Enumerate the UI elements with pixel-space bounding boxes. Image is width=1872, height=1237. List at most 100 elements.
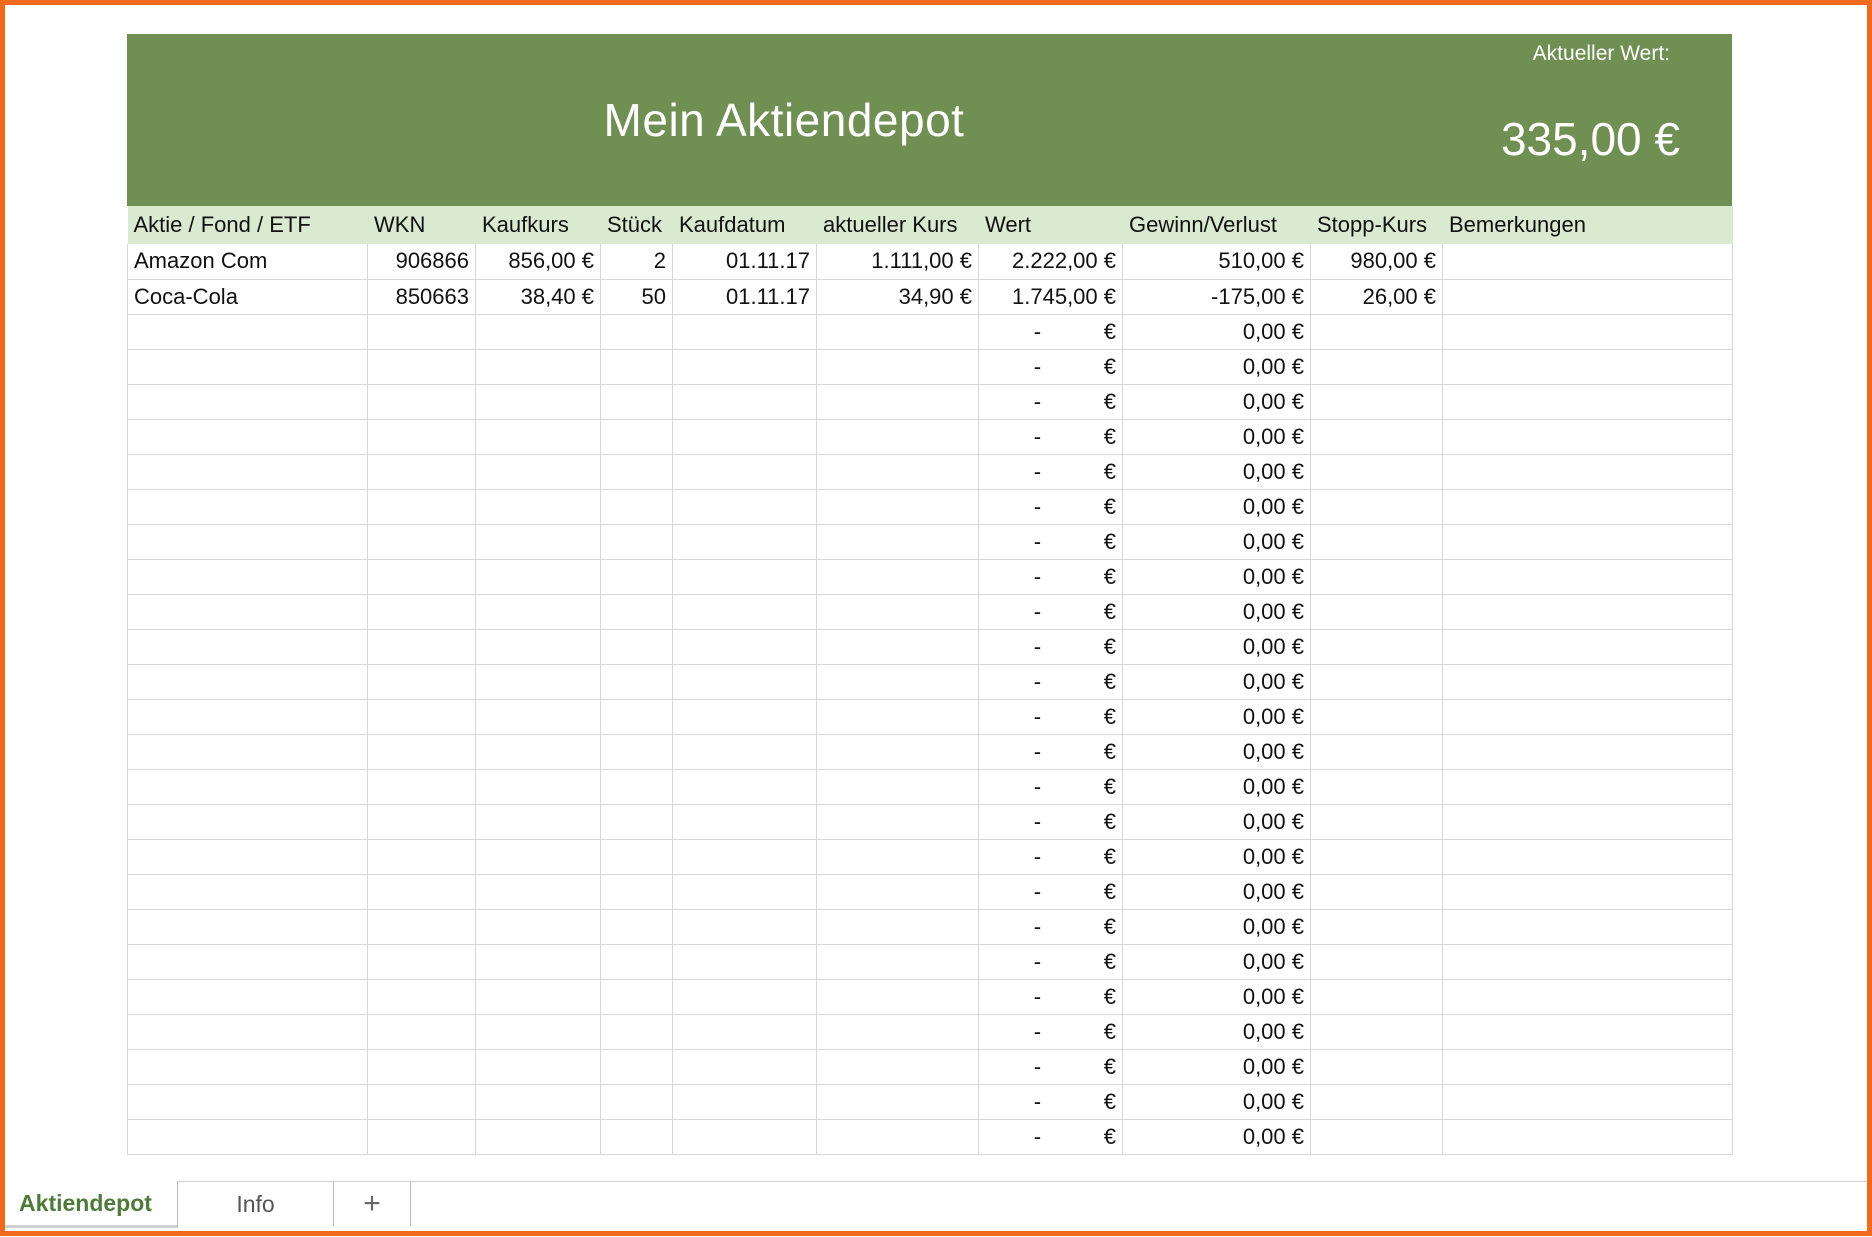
cell-kaufkurs[interactable]	[475, 699, 601, 735]
cell-kaufdatum[interactable]	[672, 874, 817, 910]
cell-stopp[interactable]	[1310, 874, 1443, 910]
cell-wkn[interactable]	[367, 1119, 476, 1155]
cell-wkn[interactable]	[367, 314, 476, 350]
cell-bemerkung[interactable]	[1442, 314, 1733, 350]
cell-wkn[interactable]	[367, 769, 476, 805]
cell-wert[interactable]: - €	[978, 874, 1123, 910]
cell-bemerkung[interactable]	[1442, 244, 1733, 280]
cell-stueck[interactable]	[600, 349, 673, 385]
cell-wert[interactable]: - €	[978, 384, 1123, 420]
cell-bemerkung[interactable]	[1442, 804, 1733, 840]
tab-aktiendepot[interactable]: Aktiendepot	[0, 1181, 178, 1228]
cell-kurs[interactable]	[816, 979, 979, 1015]
cell-wkn[interactable]	[367, 664, 476, 700]
cell-kaufkurs[interactable]	[475, 594, 601, 630]
cell-stopp[interactable]	[1310, 489, 1443, 525]
tab-info[interactable]: Info	[178, 1182, 334, 1226]
cell-gewinn[interactable]: 0,00 €	[1122, 384, 1311, 420]
cell-gewinn[interactable]: 0,00 €	[1122, 524, 1311, 560]
cell-name[interactable]	[127, 314, 368, 350]
cell-kaufdatum[interactable]	[672, 769, 817, 805]
cell-gewinn[interactable]: 0,00 €	[1122, 594, 1311, 630]
cell-kaufdatum[interactable]	[672, 979, 817, 1015]
column-header[interactable]: aktueller Kurs	[816, 206, 979, 244]
cell-wkn[interactable]	[367, 454, 476, 490]
cell-bemerkung[interactable]	[1442, 524, 1733, 560]
cell-stueck[interactable]	[600, 804, 673, 840]
cell-wkn[interactable]: 850663	[367, 279, 476, 315]
cell-stopp[interactable]	[1310, 699, 1443, 735]
cell-gewinn[interactable]: 0,00 €	[1122, 489, 1311, 525]
cell-name[interactable]	[127, 349, 368, 385]
cell-gewinn[interactable]: 0,00 €	[1122, 1014, 1311, 1050]
cell-wert[interactable]: - €	[978, 349, 1123, 385]
cell-stopp[interactable]	[1310, 384, 1443, 420]
cell-stueck[interactable]	[600, 559, 673, 595]
cell-name[interactable]	[127, 384, 368, 420]
cell-wert[interactable]: - €	[978, 559, 1123, 595]
cell-kaufkurs[interactable]	[475, 944, 601, 980]
cell-wkn[interactable]	[367, 874, 476, 910]
cell-kaufdatum[interactable]	[672, 594, 817, 630]
cell-name[interactable]	[127, 769, 368, 805]
cell-kaufkurs[interactable]	[475, 1014, 601, 1050]
cell-wkn[interactable]	[367, 349, 476, 385]
cell-bemerkung[interactable]	[1442, 559, 1733, 595]
cell-kaufkurs[interactable]	[475, 1084, 601, 1120]
column-header[interactable]: Stück	[600, 206, 673, 244]
cell-wert[interactable]: - €	[978, 454, 1123, 490]
cell-stopp[interactable]	[1310, 804, 1443, 840]
cell-wert[interactable]: - €	[978, 489, 1123, 525]
cell-kurs[interactable]	[816, 594, 979, 630]
cell-stueck[interactable]	[600, 909, 673, 945]
cell-kurs[interactable]	[816, 1014, 979, 1050]
cell-kurs[interactable]	[816, 734, 979, 770]
cell-stueck[interactable]	[600, 944, 673, 980]
cell-name[interactable]: Amazon Com	[127, 244, 368, 280]
cell-kaufkurs[interactable]: 856,00 €	[475, 244, 601, 280]
cell-bemerkung[interactable]	[1442, 944, 1733, 980]
cell-kurs[interactable]	[816, 804, 979, 840]
cell-wkn[interactable]	[367, 804, 476, 840]
cell-stueck[interactable]	[600, 839, 673, 875]
cell-kaufkurs[interactable]	[475, 454, 601, 490]
cell-stopp[interactable]	[1310, 524, 1443, 560]
cell-name[interactable]	[127, 629, 368, 665]
cell-wkn[interactable]	[367, 1049, 476, 1085]
cell-name[interactable]	[127, 1119, 368, 1155]
cell-wkn[interactable]	[367, 419, 476, 455]
cell-name[interactable]	[127, 699, 368, 735]
cell-kaufdatum[interactable]	[672, 419, 817, 455]
cell-kaufdatum[interactable]	[672, 699, 817, 735]
cell-kaufdatum[interactable]: 01.11.17	[672, 279, 817, 315]
cell-wkn[interactable]	[367, 734, 476, 770]
cell-stueck[interactable]	[600, 664, 673, 700]
cell-stopp[interactable]	[1310, 454, 1443, 490]
cell-name[interactable]	[127, 1084, 368, 1120]
cell-gewinn[interactable]: 510,00 €	[1122, 244, 1311, 280]
cell-stueck[interactable]	[600, 1049, 673, 1085]
cell-gewinn[interactable]: 0,00 €	[1122, 979, 1311, 1015]
cell-stopp[interactable]: 26,00 €	[1310, 279, 1443, 315]
cell-kurs[interactable]	[816, 1084, 979, 1120]
cell-bemerkung[interactable]	[1442, 1049, 1733, 1085]
cell-stopp[interactable]	[1310, 839, 1443, 875]
cell-wkn[interactable]	[367, 944, 476, 980]
cell-bemerkung[interactable]	[1442, 384, 1733, 420]
cell-kaufkurs[interactable]	[475, 629, 601, 665]
cell-kaufkurs[interactable]	[475, 419, 601, 455]
add-sheet-button[interactable]: +	[334, 1182, 411, 1226]
cell-wkn[interactable]	[367, 699, 476, 735]
cell-stopp[interactable]	[1310, 419, 1443, 455]
cell-stueck[interactable]	[600, 769, 673, 805]
cell-kaufkurs[interactable]	[475, 769, 601, 805]
cell-wkn[interactable]	[367, 524, 476, 560]
cell-bemerkung[interactable]	[1442, 349, 1733, 385]
cell-wert[interactable]: 1.745,00 €	[978, 279, 1123, 315]
cell-kaufdatum[interactable]	[672, 909, 817, 945]
cell-wkn[interactable]: 906866	[367, 244, 476, 280]
cell-wert[interactable]: - €	[978, 629, 1123, 665]
cell-wert[interactable]: - €	[978, 1119, 1123, 1155]
cell-stueck[interactable]	[600, 594, 673, 630]
cell-stueck[interactable]	[600, 454, 673, 490]
